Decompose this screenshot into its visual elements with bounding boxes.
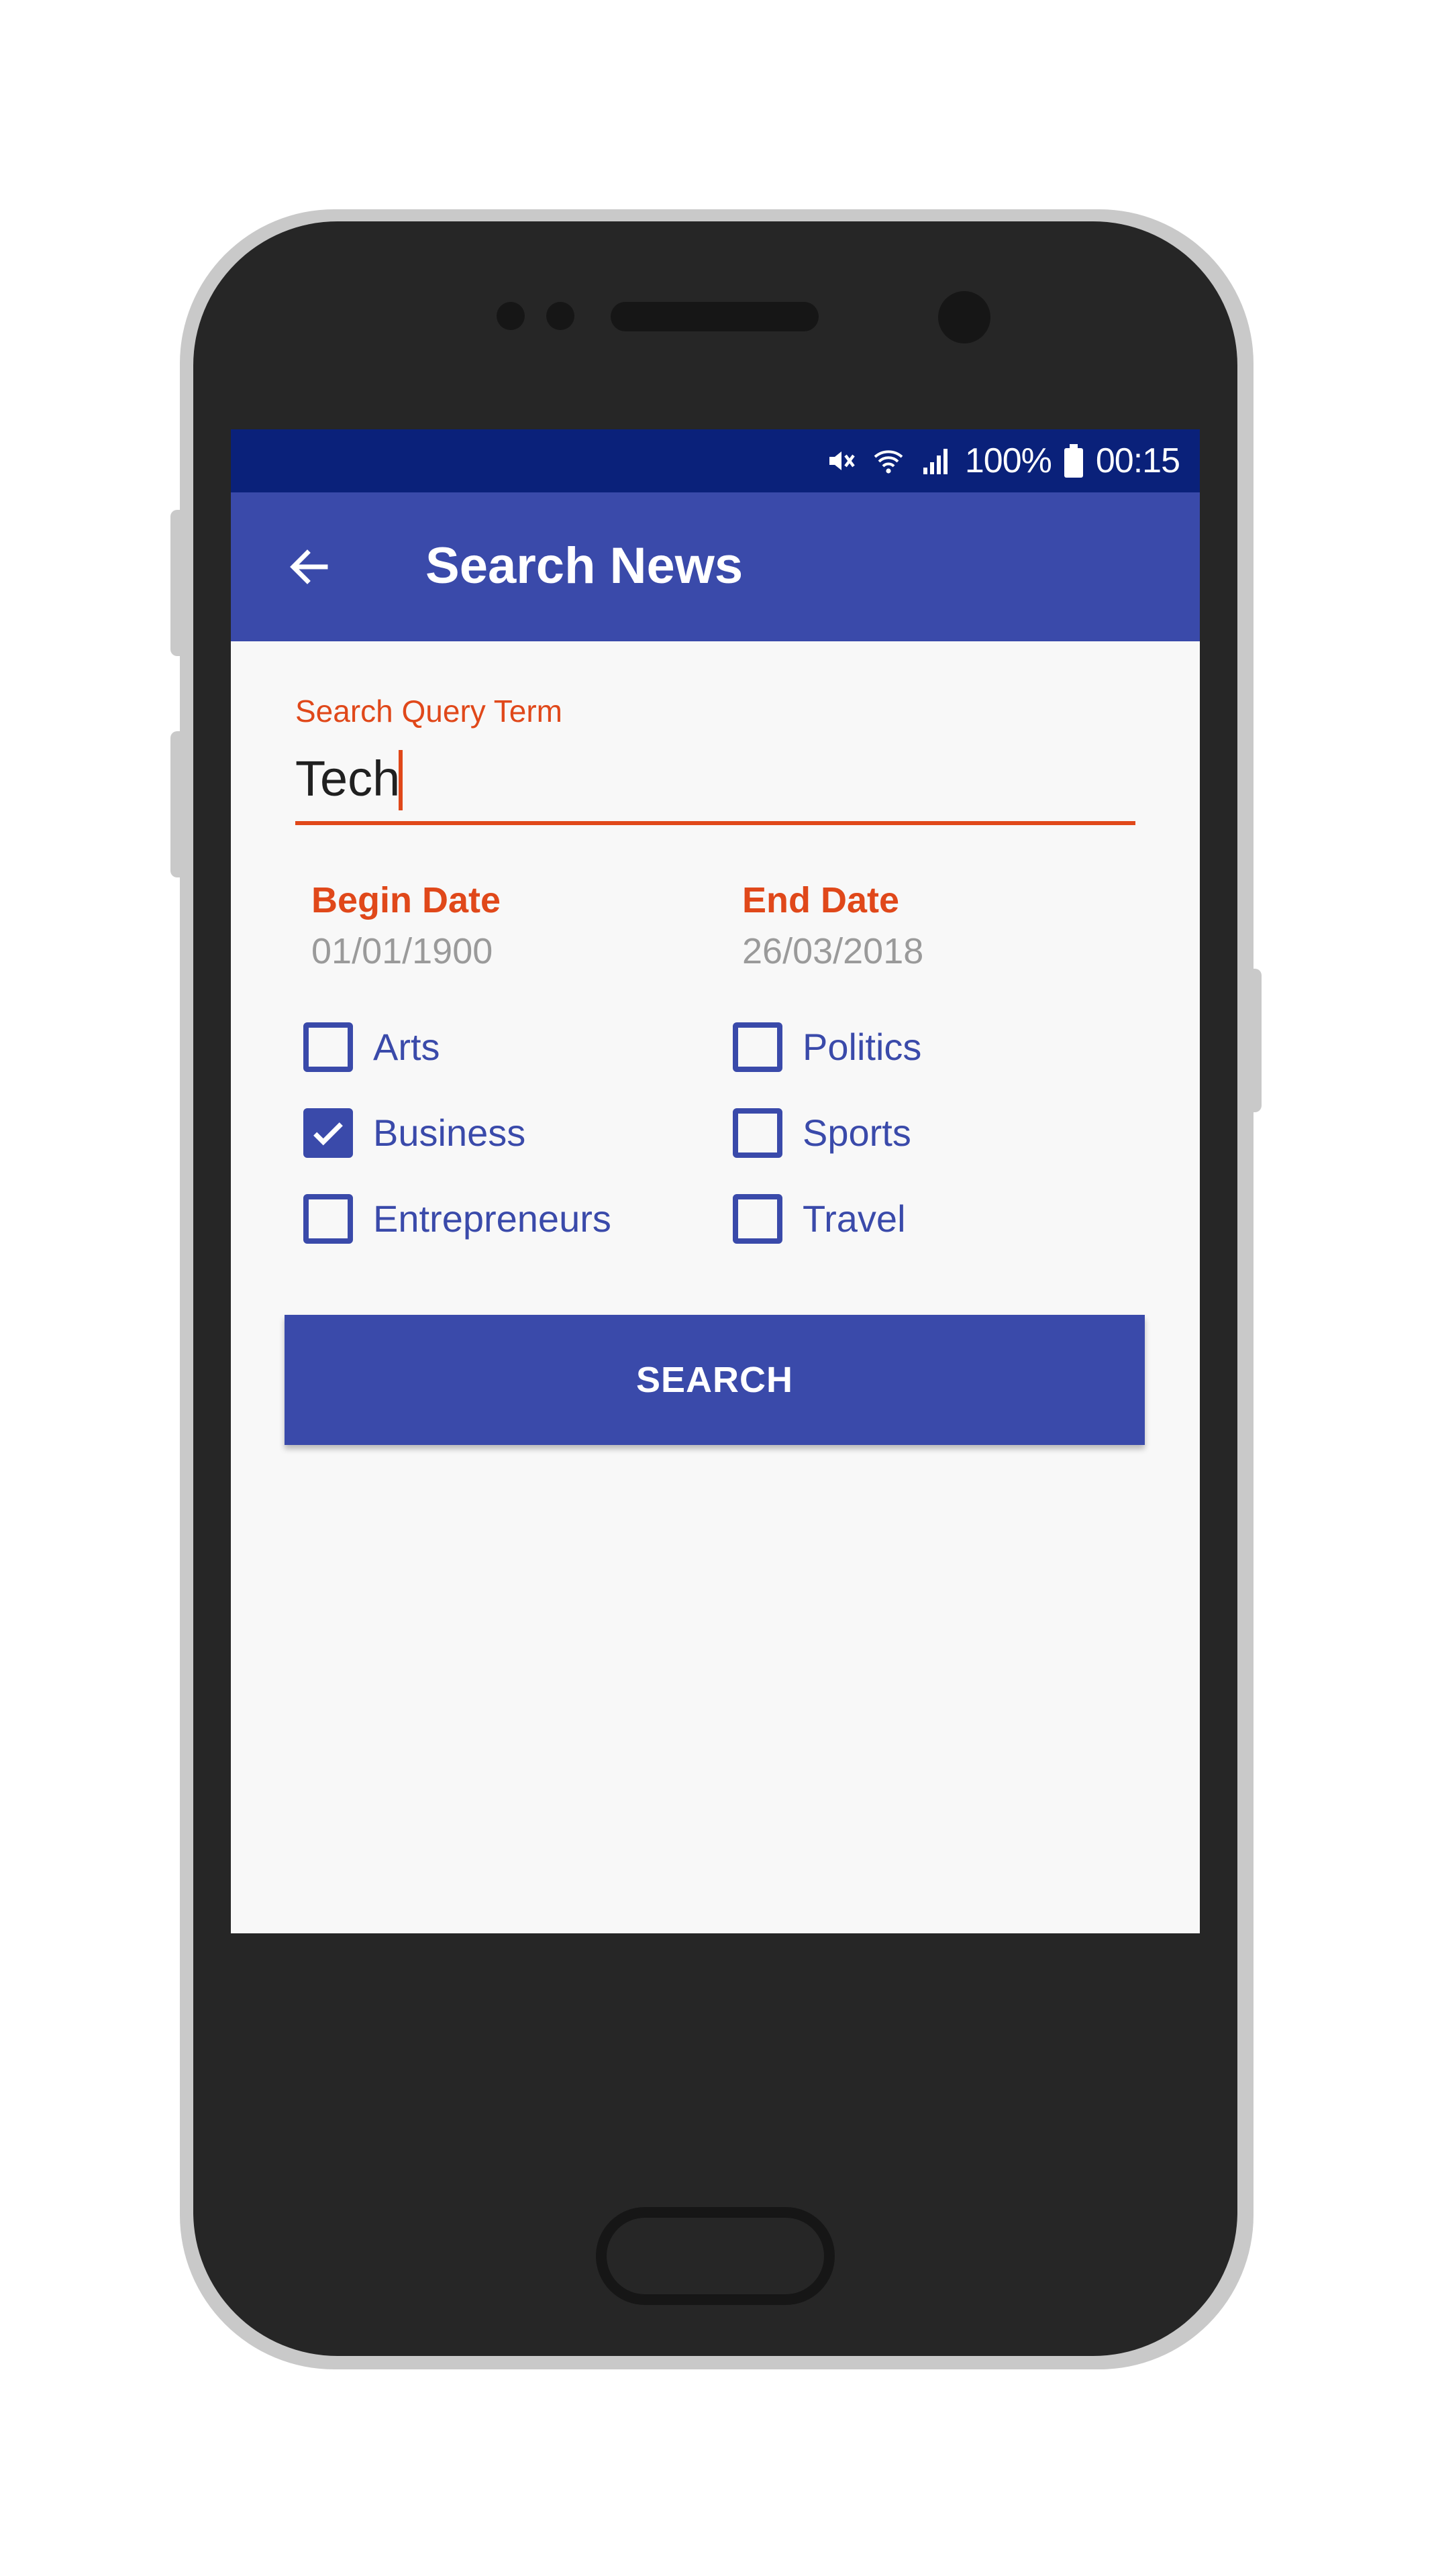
power-button [1245,969,1262,1112]
wifi-icon [871,443,906,478]
checkbox-label: Business [373,1112,526,1154]
signal-icon [918,443,953,478]
begin-date-label: Begin Date [311,880,501,920]
checkbox-box[interactable] [303,1022,353,1072]
sensor-dot [546,302,574,330]
volume-down-button [170,731,187,877]
search-query-label: Search Query Term [295,694,562,729]
clock: 00:15 [1095,441,1180,480]
checkbox-sports[interactable]: Sports [733,1108,911,1158]
checkbox-label: Entrepreneurs [373,1197,611,1240]
search-query-input[interactable] [295,745,1134,812]
checkbox-label: Politics [803,1026,922,1068]
checkbox-box[interactable] [733,1194,782,1244]
home-button[interactable] [596,2207,835,2305]
checkbox-box[interactable] [733,1022,782,1072]
check-icon [313,1122,343,1146]
sensor-dot [497,302,525,330]
volume-up-button [170,510,187,656]
page-title: Search News [425,537,744,594]
begin-date-value[interactable]: 01/01/1900 [311,931,493,971]
text-cursor [399,750,403,810]
screen: 100% 00:15 Search News Search Query Term… [231,429,1200,1933]
battery-percent: 100% [964,441,1052,480]
checkbox-label: Arts [373,1026,440,1068]
end-date-value[interactable]: 26/03/2018 [742,931,923,971]
checkbox-box[interactable] [303,1194,353,1244]
mute-icon [824,443,859,478]
checkbox-label: Travel [803,1197,906,1240]
battery-icon [1064,443,1084,478]
search-button[interactable]: SEARCH [285,1315,1145,1445]
end-date-label: End Date [742,880,900,920]
checkbox-arts[interactable]: Arts [303,1022,440,1072]
back-button[interactable] [279,537,340,597]
checkbox-label: Sports [803,1112,911,1154]
earpiece-speaker [611,302,819,331]
front-camera [938,291,990,343]
checkbox-box[interactable] [303,1108,353,1158]
checkbox-travel[interactable]: Travel [733,1194,906,1244]
app-bar: Search News [231,492,1200,641]
search-query-underline [295,821,1135,825]
checkbox-box[interactable] [733,1108,782,1158]
checkbox-politics[interactable]: Politics [733,1022,921,1072]
status-bar: 100% 00:15 [231,429,1200,492]
arrow-left-icon [290,549,328,584]
checkbox-entrepreneurs[interactable]: Entrepreneurs [303,1194,611,1244]
checkbox-business[interactable]: Business [303,1108,525,1158]
